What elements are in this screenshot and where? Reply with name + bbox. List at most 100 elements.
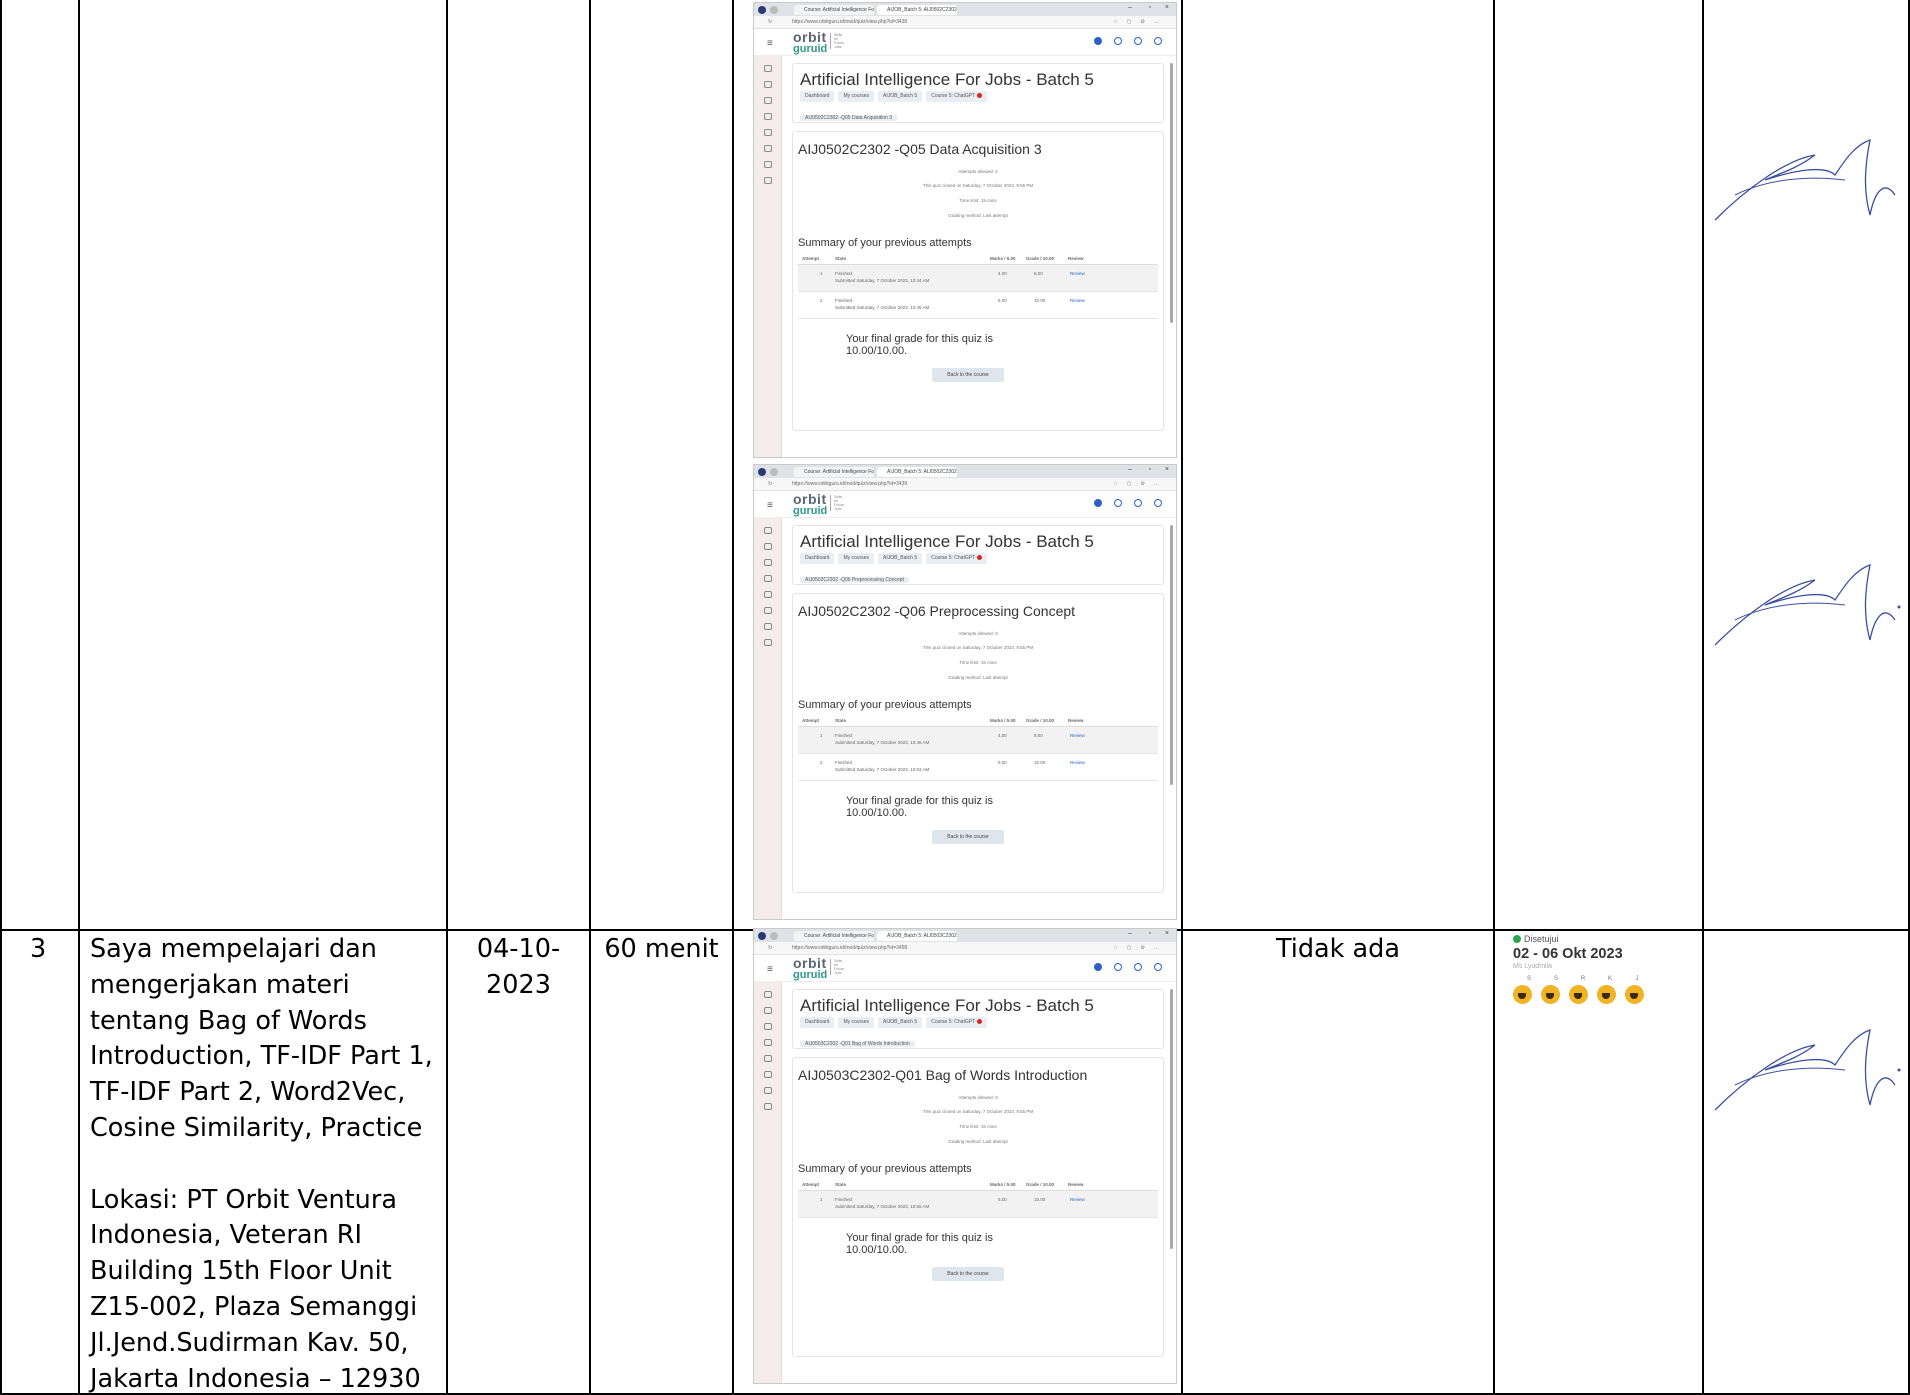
calendar-icon[interactable] [764, 607, 772, 614]
circle-icon[interactable] [764, 1039, 772, 1046]
refresh-icon[interactable]: ↻ [768, 16, 772, 29]
bag-icon[interactable] [764, 1103, 772, 1110]
maximize-icon[interactable]: ▫ [1149, 466, 1151, 473]
avatar[interactable] [1154, 37, 1162, 45]
bag-icon[interactable] [764, 177, 772, 184]
url-text[interactable]: https://www.orbitguru.id/mod/quiz/view.p… [792, 481, 907, 488]
back-to-course-button[interactable]: Back to the course [932, 1267, 1004, 1281]
breadcrumb-link[interactable]: Course 5: ChatGPT [926, 553, 988, 564]
review-link[interactable]: Review [1070, 1197, 1085, 1202]
breadcrumb-link[interactable]: My courses [838, 553, 875, 564]
site-logo[interactable]: orbit guruid Skills for Future Jobs [793, 492, 844, 517]
breadcrumb-link[interactable]: My courses [838, 1017, 875, 1028]
globe-icon[interactable] [1094, 37, 1102, 45]
menu-icon[interactable]: ≡ [767, 38, 773, 49]
globe-icon[interactable] [1094, 963, 1102, 971]
breadcrumb-link[interactable]: My courses [838, 91, 875, 102]
minimize-icon[interactable]: – [1128, 930, 1132, 937]
breadcrumb-link[interactable]: Course 5: ChatGPT [926, 1017, 988, 1028]
url-text[interactable]: https://www.orbitguru.id/mod/quiz/view.p… [792, 945, 907, 952]
grid-icon[interactable] [764, 1023, 772, 1030]
site-logo[interactable]: orbit guruid Skills for Future Jobs [793, 30, 844, 55]
folder-icon[interactable] [764, 527, 772, 534]
menu-icon[interactable]: ≡ [767, 964, 773, 975]
people-icon[interactable] [764, 1007, 772, 1014]
avatar[interactable] [1154, 499, 1162, 507]
status-dot-icon [977, 555, 983, 561]
home-icon[interactable] [764, 1055, 772, 1062]
attempt-marks: 4.00 [998, 733, 1007, 738]
grid-icon[interactable] [764, 559, 772, 566]
circle-icon[interactable] [764, 113, 772, 120]
calendar-icon[interactable] [764, 145, 772, 152]
breadcrumb-link[interactable]: Course 5: ChatGPT [926, 91, 988, 102]
toolbar-icons[interactable]: ☆▢⚙… [1113, 942, 1168, 955]
url-text[interactable]: https://www.orbitguru.id/mod/quiz/view.p… [792, 19, 907, 26]
browser-tab[interactable]: AIJOB_Batch 5: AIJ0502C2302 [877, 467, 957, 477]
avatar[interactable] [1154, 963, 1162, 971]
review-link[interactable]: Review [1070, 298, 1085, 303]
home-icon[interactable] [764, 129, 772, 136]
breadcrumb-link[interactable]: Dashboard [800, 91, 835, 102]
maximize-icon[interactable]: ▫ [1149, 930, 1151, 937]
close-icon[interactable]: × [1165, 4, 1169, 11]
minimize-icon[interactable]: – [1128, 4, 1132, 11]
back-to-course-button[interactable]: Back to the course [932, 830, 1004, 844]
browser-tab[interactable]: Course: Artificial Intelligence For [794, 5, 874, 15]
breadcrumb-link[interactable]: Dashboard [800, 1017, 835, 1028]
review-link[interactable]: Review [1070, 760, 1085, 765]
browser-tab[interactable]: Course: Artificial Intelligence For [794, 931, 874, 941]
cap-icon[interactable] [764, 623, 772, 630]
bell-icon[interactable] [1114, 963, 1122, 971]
breadcrumb-link[interactable]: AIJ0502C2302 -Q06 Preprocessing Concept [800, 577, 909, 583]
review-link[interactable]: Review [1070, 733, 1085, 738]
browser-tab[interactable]: Course: Artificial Intelligence For [794, 467, 874, 477]
bell-icon[interactable] [1114, 499, 1122, 507]
chat-icon[interactable] [1134, 963, 1142, 971]
chat-icon[interactable] [1134, 499, 1142, 507]
refresh-icon[interactable]: ↻ [768, 478, 772, 491]
globe-icon[interactable] [1094, 499, 1102, 507]
address-bar[interactable]: ↻ https://www.orbitguru.id/mod/quiz/view.… [754, 16, 1176, 29]
bell-icon[interactable] [1114, 37, 1122, 45]
close-icon[interactable]: × [1165, 466, 1169, 473]
toolbar-icons[interactable]: ☆▢⚙… [1113, 16, 1168, 29]
review-link[interactable]: Review [1070, 271, 1085, 276]
maximize-icon[interactable]: ▫ [1149, 4, 1151, 11]
refresh-icon[interactable]: ↻ [768, 942, 772, 955]
course-sidebar [754, 56, 782, 457]
scrollbar[interactable] [1170, 989, 1173, 1249]
folder-icon[interactable] [764, 65, 772, 72]
address-bar[interactable]: ↻ https://www.orbitguru.id/mod/quiz/view.… [754, 942, 1176, 955]
breadcrumb-link[interactable]: AIJOB_Batch 5 [878, 91, 923, 102]
cap-icon[interactable] [764, 161, 772, 168]
people-icon[interactable] [764, 81, 772, 88]
breadcrumb-link[interactable]: AIJOB_Batch 5 [878, 1017, 923, 1028]
attempt-marks: 5.00 [998, 1197, 1007, 1202]
browser-tab[interactable]: AIJOB_Batch 5: AIJ0503C2302 [877, 931, 957, 941]
folder-icon[interactable] [764, 991, 772, 998]
people-icon[interactable] [764, 543, 772, 550]
back-to-course-button[interactable]: Back to the course [932, 368, 1004, 382]
menu-icon[interactable]: ≡ [767, 500, 773, 511]
close-icon[interactable]: × [1165, 930, 1169, 937]
grid-icon[interactable] [764, 97, 772, 104]
browser-tab[interactable]: AIJOB_Batch 5: AIJ0502C2302 [877, 5, 957, 15]
toolbar-icons[interactable]: ☆▢⚙… [1113, 478, 1168, 491]
bag-icon[interactable] [764, 639, 772, 646]
calendar-icon[interactable] [764, 1071, 772, 1078]
breadcrumb-link[interactable]: AIJ0502C2302 -Q05 Data Acquisition 3 [800, 115, 897, 121]
circle-icon[interactable] [764, 575, 772, 582]
breadcrumb-link[interactable]: AIJ0503C2302 -Q01 Bag of Words Introduct… [800, 1041, 915, 1047]
minimize-icon[interactable]: – [1128, 466, 1132, 473]
chat-icon[interactable] [1134, 37, 1142, 45]
breadcrumb-link[interactable]: AIJOB_Batch 5 [878, 553, 923, 564]
attempt-submitted: Submitted Saturday, 7 October 2023, 10:4… [835, 740, 930, 745]
scrollbar[interactable] [1170, 63, 1173, 323]
home-icon[interactable] [764, 591, 772, 598]
address-bar[interactable]: ↻ https://www.orbitguru.id/mod/quiz/view.… [754, 478, 1176, 491]
site-logo[interactable]: orbit guruid Skills for Future Jobs [793, 956, 844, 981]
cap-icon[interactable] [764, 1087, 772, 1094]
scrollbar[interactable] [1170, 525, 1173, 785]
breadcrumb-link[interactable]: Dashboard [800, 553, 835, 564]
